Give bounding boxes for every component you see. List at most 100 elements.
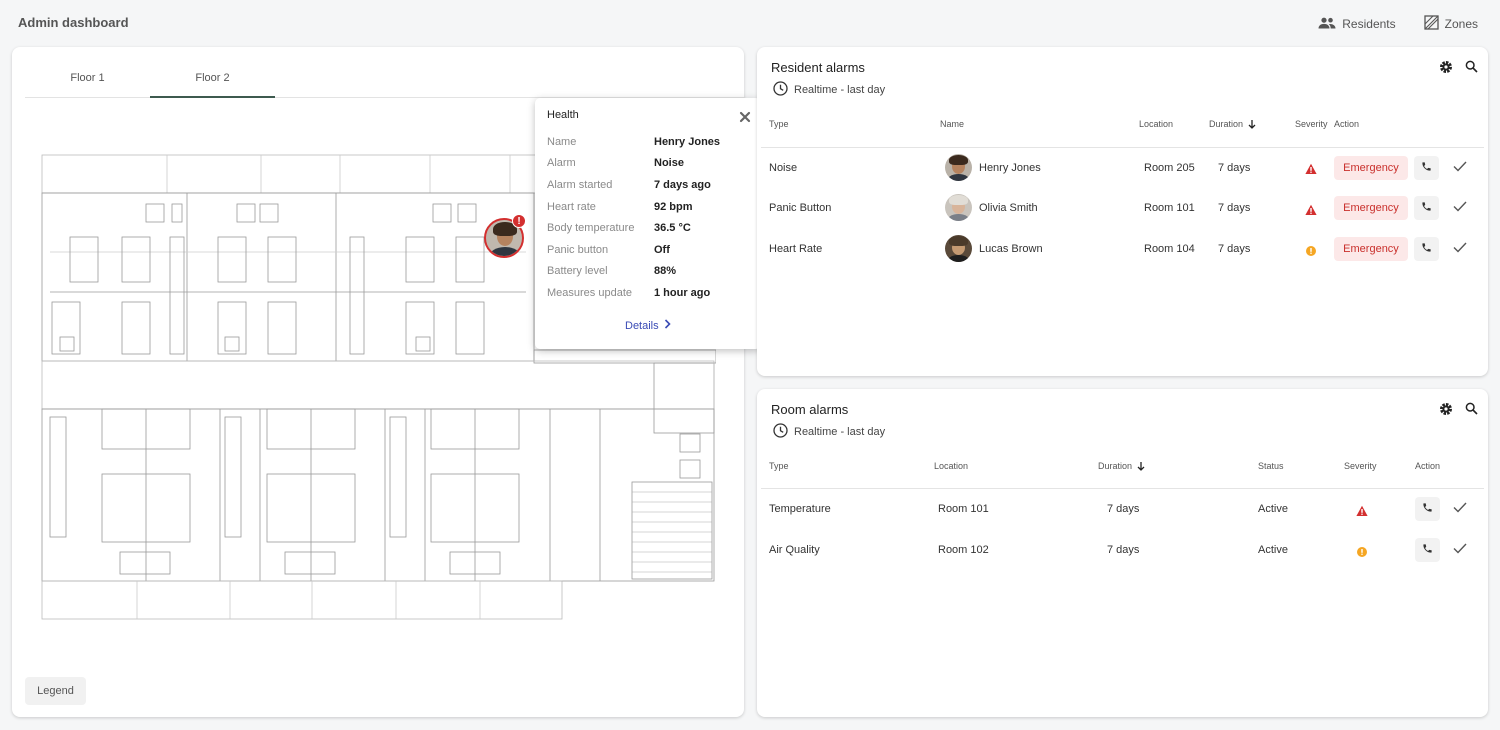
search-icon[interactable] <box>1465 402 1478 421</box>
check-icon <box>1453 240 1467 258</box>
column-header-location[interactable]: Location <box>1139 119 1173 129</box>
row-type: Air Quality <box>769 544 820 556</box>
check-icon <box>1453 199 1467 217</box>
column-header-type[interactable]: Type <box>769 461 789 471</box>
row-type: Temperature <box>769 503 831 515</box>
legend-button[interactable]: Legend <box>25 677 86 705</box>
emergency-button[interactable]: Emergency <box>1334 237 1408 261</box>
resident-alarms-title: Resident alarms <box>771 60 865 75</box>
row-duration: 7 days <box>1107 503 1140 515</box>
search-icon[interactable] <box>1465 60 1478 79</box>
avatar <box>945 154 972 181</box>
resident-alarms-subtitle: Realtime - last day <box>773 81 885 99</box>
phone-icon <box>1421 199 1432 217</box>
call-button[interactable] <box>1414 237 1439 261</box>
column-header-location[interactable]: Location <box>934 461 968 471</box>
column-header-duration[interactable]: Duration <box>1098 461 1145 473</box>
gear-icon[interactable] <box>1439 60 1453 79</box>
page-title: Admin dashboard <box>18 15 129 30</box>
call-button[interactable] <box>1414 196 1439 220</box>
acknowledge-button[interactable] <box>1450 239 1470 259</box>
chevron-right-icon <box>664 319 671 332</box>
row-duration: 7 days <box>1218 243 1251 255</box>
warning-triangle-icon <box>1305 203 1317 215</box>
nav-zones-label: Zones <box>1444 17 1478 31</box>
clock-icon <box>773 423 788 441</box>
resident-cell[interactable]: Lucas Brown <box>945 235 1043 262</box>
people-icon <box>1318 17 1336 32</box>
warning-circle-icon <box>1305 244 1317 256</box>
details-link[interactable]: Details <box>625 319 671 332</box>
warning-triangle-icon <box>1356 504 1368 516</box>
column-header-action[interactable]: Action <box>1334 119 1359 129</box>
room-alarms-title: Room alarms <box>771 402 849 417</box>
column-header-status[interactable]: Status <box>1258 461 1284 471</box>
resident-cell[interactable]: Olivia Smith <box>945 194 1038 221</box>
popup-title: Health <box>547 109 579 121</box>
phone-icon <box>1422 500 1433 518</box>
call-button[interactable] <box>1415 538 1440 562</box>
acknowledge-button[interactable] <box>1450 158 1470 178</box>
room-alarms-card: Room alarms Realtime - last day Type Loc… <box>757 389 1488 717</box>
column-header-severity[interactable]: Severity <box>1295 119 1328 129</box>
column-header-name[interactable]: Name <box>940 119 964 129</box>
row-status: Active <box>1258 503 1288 515</box>
popup-row: Heart rate 92 bpm <box>547 201 693 213</box>
row-location: Room 101 <box>938 503 989 515</box>
column-header-type[interactable]: Type <box>769 119 789 129</box>
gear-icon[interactable] <box>1439 402 1453 421</box>
tab-floor-2[interactable]: Floor 2 <box>150 67 275 98</box>
row-type: Noise <box>769 162 798 174</box>
popup-row: Panic button Off <box>547 244 670 256</box>
check-icon <box>1453 159 1467 177</box>
avatar <box>945 194 972 221</box>
details-label: Details <box>625 319 659 332</box>
acknowledge-button[interactable] <box>1450 499 1470 519</box>
column-header-action[interactable]: Action <box>1415 461 1440 471</box>
row-type: Panic Button <box>769 202 832 214</box>
acknowledge-button[interactable] <box>1450 540 1470 560</box>
phone-icon <box>1422 541 1433 559</box>
phone-icon <box>1421 159 1432 177</box>
check-icon <box>1453 541 1467 559</box>
check-icon <box>1453 500 1467 518</box>
zones-icon <box>1423 15 1439 33</box>
avatar <box>945 235 972 262</box>
row-status: Active <box>1258 544 1288 556</box>
acknowledge-button[interactable] <box>1450 198 1470 218</box>
close-icon[interactable] <box>739 110 751 123</box>
header-divider <box>761 488 1484 489</box>
nav-zones[interactable]: Zones <box>1423 15 1478 33</box>
row-location: Room 102 <box>938 544 989 556</box>
popup-row: Alarm started 7 days ago <box>547 179 711 191</box>
arrow-down-icon <box>1137 461 1145 473</box>
arrow-down-icon <box>1248 119 1256 131</box>
row-duration: 7 days <box>1218 162 1251 174</box>
top-nav: Residents Zones <box>1318 15 1478 33</box>
column-header-duration[interactable]: Duration <box>1209 119 1256 131</box>
clock-icon <box>773 81 788 99</box>
call-button[interactable] <box>1415 497 1440 521</box>
room-alarms-tools <box>1439 402 1478 421</box>
resident-cell[interactable]: Henry Jones <box>945 154 1041 181</box>
column-header-severity[interactable]: Severity <box>1344 461 1377 471</box>
popup-row: Alarm Noise <box>547 157 684 169</box>
warning-circle-icon <box>1356 545 1368 557</box>
emergency-button[interactable]: Emergency <box>1334 196 1408 220</box>
phone-icon <box>1421 240 1432 258</box>
nav-residents-label: Residents <box>1342 17 1396 31</box>
room-alarms-subtitle: Realtime - last day <box>773 423 885 441</box>
emergency-button[interactable]: Emergency <box>1334 156 1408 180</box>
popup-row: Measures update 1 hour ago <box>547 287 711 299</box>
header-divider <box>761 147 1484 148</box>
popup-row: Battery level 88% <box>547 265 677 277</box>
top-bar: Admin dashboard Residents Zones <box>0 0 1500 44</box>
floor-tabs: Floor 1 Floor 2 <box>25 67 745 98</box>
warning-triangle-icon <box>1305 162 1317 174</box>
popup-row: Body temperature 36.5 °C <box>547 222 691 234</box>
tab-floor-1[interactable]: Floor 1 <box>25 67 150 98</box>
row-duration: 7 days <box>1218 202 1251 214</box>
row-location: Room 101 <box>1144 202 1195 214</box>
call-button[interactable] <box>1414 156 1439 180</box>
nav-residents[interactable]: Residents <box>1318 15 1396 33</box>
